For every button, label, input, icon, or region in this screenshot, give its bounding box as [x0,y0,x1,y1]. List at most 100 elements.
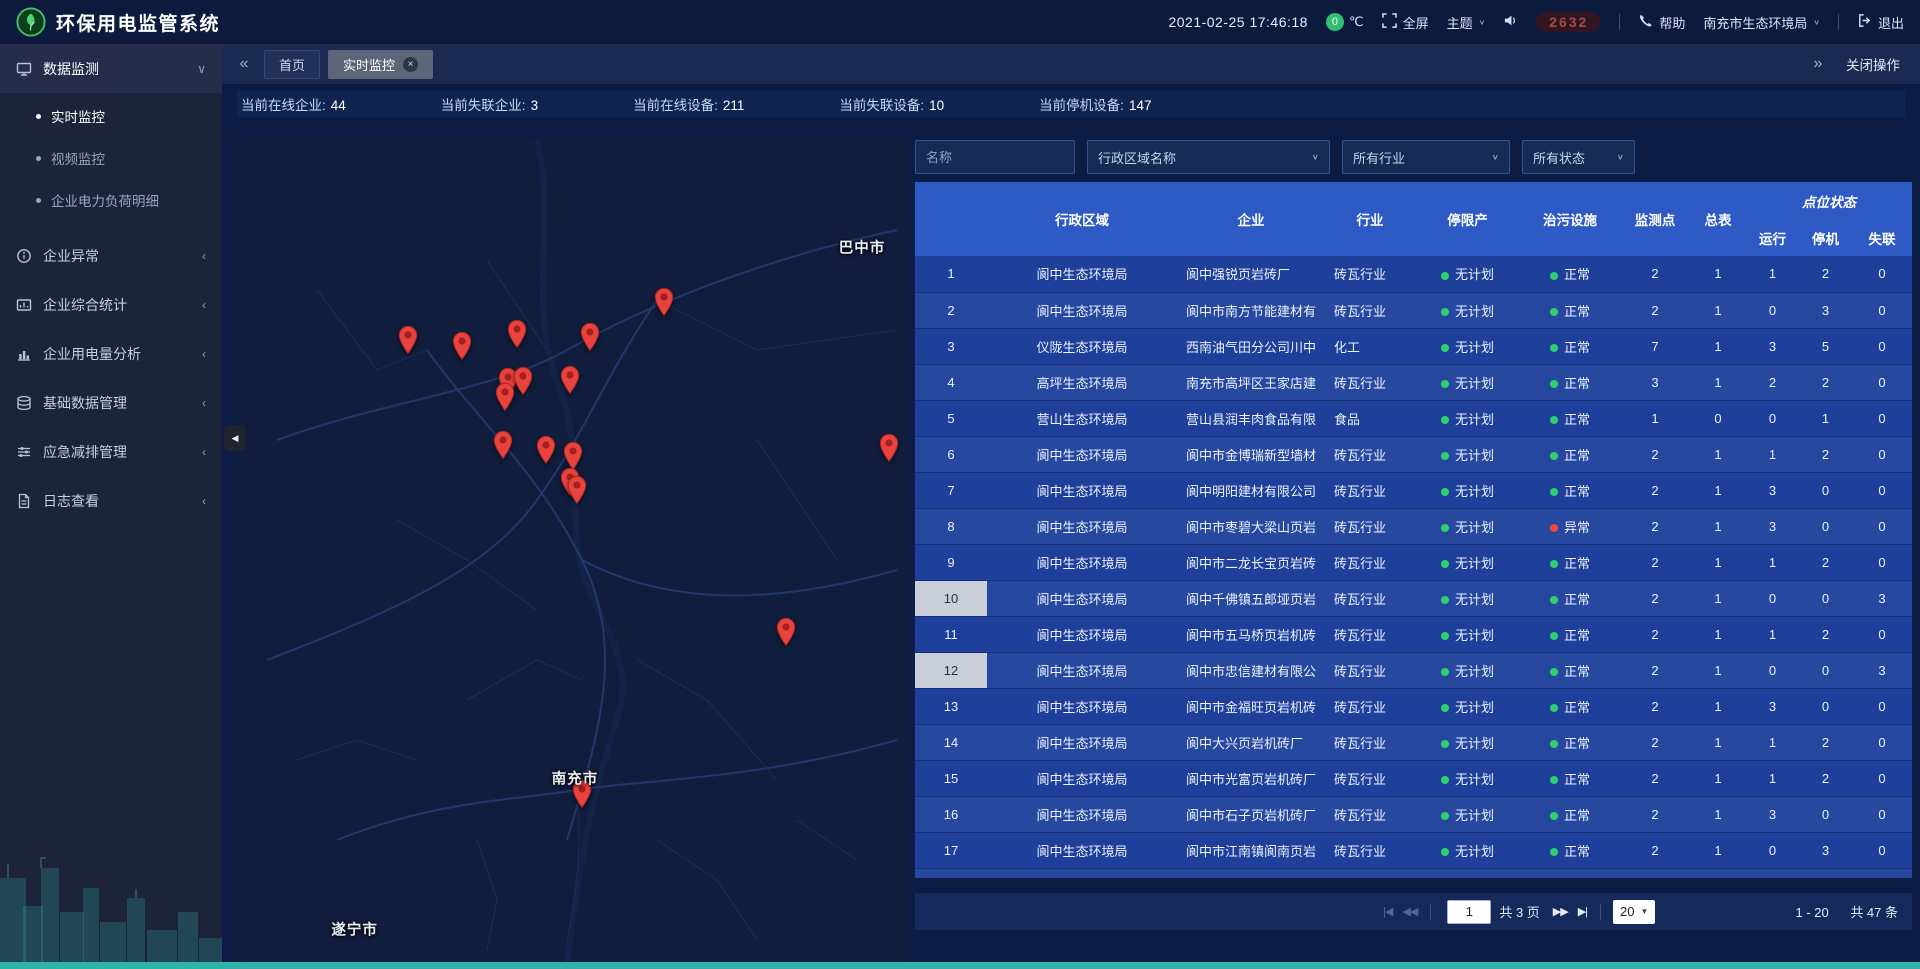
map-pin[interactable] [513,366,534,400]
tab-close-icon[interactable]: × [403,57,418,72]
sidebar-section-base-data[interactable]: 基础数据管理 ‹ [0,378,222,427]
map-pin[interactable] [567,476,588,510]
table-row[interactable]: 4高坪生态环境局南充市高坪区王家店建砖瓦行业无计划正常31220 [915,364,1912,400]
cell-stopped: 1 [1799,400,1852,436]
table-row[interactable]: 10阆中生态环境局阆中千佛镇五郎垭页岩砖瓦行业无计划正常21003 [915,580,1912,616]
col-stopped[interactable]: 停机 [1799,220,1852,256]
sidebar-item-realtime-monitoring[interactable]: 实时监控 [0,95,222,137]
fullscreen-button[interactable]: 全屏 [1382,13,1429,32]
map-pin[interactable] [507,319,528,353]
map-panel[interactable]: 巴中市南充市遂宁市 [237,140,909,962]
sidebar-section-enterprise-statistics[interactable]: 企业综合统计 ‹ [0,280,222,329]
table-row[interactable]: 3仪陇生态环境局西南油气田分公司川中化工无计划正常71350 [915,328,1912,364]
cell-lost: 0 [1852,364,1912,400]
cell-meters: 1 [1690,328,1746,364]
sidebar-item-power-load-detail[interactable]: 企业电力负荷明细 [0,179,222,221]
map-collapse-button[interactable]: ◀ [224,425,246,451]
map-pin[interactable] [579,323,600,357]
tabs-scroll-left-button[interactable]: « [232,50,256,78]
cell-stopped: 0 [1799,688,1852,724]
table-row[interactable]: 8阆中生态环境局阆中市枣碧大梁山页岩砖瓦行业无计划异常21300 [915,508,1912,544]
table-row[interactable]: 16阆中生态环境局阆中市石子页岩机砖厂砖瓦行业无计划正常21300 [915,796,1912,832]
sidebar-section-emergency-reduction[interactable]: 应急减排管理 ‹ [0,427,222,476]
cell-meters: 1 [1690,292,1746,328]
status-filter-value: 所有状态 [1533,148,1585,167]
table-row[interactable]: 15阆中生态环境局阆中市光富页岩机砖厂砖瓦行业无计划正常21120 [915,760,1912,796]
col-region[interactable]: 行政区域 [987,182,1177,256]
table-row[interactable]: 18南部生态环境局南部县页岩机砖有限公砖瓦行业无计划正常21030 [915,868,1912,878]
tab-realtime-monitoring[interactable]: 实时监控 × [328,50,433,79]
next-page-button[interactable]: ▶▶ [1548,905,1573,918]
prev-page-button[interactable]: ◀◀ [1397,905,1422,918]
map-pin[interactable] [495,382,516,416]
sidebar-section-enterprise-abnormal[interactable]: 企业异常 ‹ [0,231,222,280]
col-facility[interactable]: 治污设施 [1520,182,1620,256]
cell-enterprise: 阆中市五马桥页岩机砖 [1177,616,1325,652]
logout-button[interactable]: 退出 [1857,13,1904,32]
map-pin[interactable] [878,434,899,468]
col-industry[interactable]: 行业 [1325,182,1415,256]
table-row[interactable]: 5营山生态环境局营山县润丰肉食品有限食品无计划正常10010 [915,400,1912,436]
cell-enterprise: 阆中大兴页岩机砖厂 [1177,724,1325,760]
map-pin[interactable] [397,325,418,359]
sidebar-item-video-monitoring[interactable]: 视频监控 [0,137,222,179]
table-row[interactable]: 7阆中生态环境局阆中明阳建材有限公司砖瓦行业无计划正常21300 [915,472,1912,508]
map-pin[interactable] [493,430,514,464]
stat-item: 当前在线企业:44 [241,94,346,114]
speaker-button[interactable] [1503,13,1518,31]
stat-item: 当前失联企业:3 [441,94,538,114]
table-row[interactable]: 1阆中生态环境局阆中强锐页岩砖厂砖瓦行业无计划正常21120 [915,256,1912,292]
cell-running: 1 [1746,760,1799,796]
status-cell: 无计划 [1415,436,1520,472]
sidebar-section-power-analysis[interactable]: 企业用电量分析 ‹ [0,329,222,378]
table-row[interactable]: 14阆中生态环境局阆中大兴页岩机砖厂砖瓦行业无计划正常21120 [915,724,1912,760]
close-operations-button[interactable]: 关闭操作 [1846,54,1900,74]
first-page-button[interactable]: |◀ [1378,905,1397,918]
cell-region: 阆中生态环境局 [987,292,1177,328]
table-row[interactable]: 11阆中生态环境局阆中市五马桥页岩机砖砖瓦行业无计划正常21120 [915,616,1912,652]
table-row[interactable]: 12阆中生态环境局阆中市忠信建材有限公砖瓦行业无计划正常21003 [915,652,1912,688]
sidebar-section-data-monitoring[interactable]: 数据监测 ∨ [0,44,222,93]
col-production[interactable]: 停限产 [1415,182,1520,256]
last-page-button[interactable]: ▶| [1573,905,1592,918]
help-button[interactable]: 帮助 [1638,13,1685,32]
map-pin[interactable] [536,435,557,469]
theme-dropdown[interactable]: 主题 ∨ [1447,13,1486,32]
col-lost[interactable]: 失联 [1852,220,1912,256]
org-dropdown[interactable]: 南充市生态环境局 ∨ [1703,13,1820,32]
map-pin[interactable] [452,331,473,365]
table-row[interactable]: 6阆中生态环境局阆中市金博瑞新型墙材砖瓦行业无计划正常21120 [915,436,1912,472]
page-size-select[interactable]: 20 ▼ [1613,900,1655,924]
map-pin[interactable] [560,365,581,399]
map-pin[interactable] [776,617,797,651]
page-number-input[interactable] [1447,900,1491,924]
brand: 环保用电监管系统 [16,7,220,37]
col-running[interactable]: 运行 [1746,220,1799,256]
cell-no: 6 [915,436,987,472]
col-enterprise[interactable]: 企业 [1177,182,1325,256]
col-points[interactable]: 监测点 [1620,182,1690,256]
table-row[interactable]: 13阆中生态环境局阆中市金福旺页岩机砖砖瓦行业无计划正常21300 [915,688,1912,724]
tab-home[interactable]: 首页 [264,50,320,79]
table-row[interactable]: 2阆中生态环境局阆中市南方节能建材有砖瓦行业无计划正常21030 [915,292,1912,328]
cell-enterprise: 南部县页岩机砖有限公 [1177,868,1325,878]
cell-region: 阆中生态环境局 [987,616,1177,652]
cell-no: 17 [915,832,987,868]
name-filter-input[interactable] [915,140,1075,174]
cell-stopped: 5 [1799,328,1852,364]
region-filter-select[interactable]: 行政区域名称 ∨ [1087,140,1330,174]
industry-filter-select[interactable]: 所有行业 ∨ [1342,140,1510,174]
map-roads [237,140,909,962]
table-row[interactable]: 17阆中生态环境局阆中市江南镇阆南页岩砖瓦行业无计划正常21030 [915,832,1912,868]
cell-no: 14 [915,724,987,760]
table-row[interactable]: 9阆中生态环境局阆中市二龙长宝页岩砖砖瓦行业无计划正常21120 [915,544,1912,580]
map-pin[interactable] [653,287,674,321]
col-meters[interactable]: 总表 [1690,182,1746,256]
status-filter-select[interactable]: 所有状态 ∨ [1522,140,1635,174]
sidebar-section-label: 企业异常 [43,246,99,266]
alert-count-badge[interactable]: 2632 [1536,12,1601,32]
cell-points: 2 [1620,832,1690,868]
tabs-scroll-right-button[interactable]: » [1806,50,1830,78]
sidebar-section-log-view[interactable]: 日志查看 ‹ [0,476,222,525]
bullet-icon [36,198,41,203]
